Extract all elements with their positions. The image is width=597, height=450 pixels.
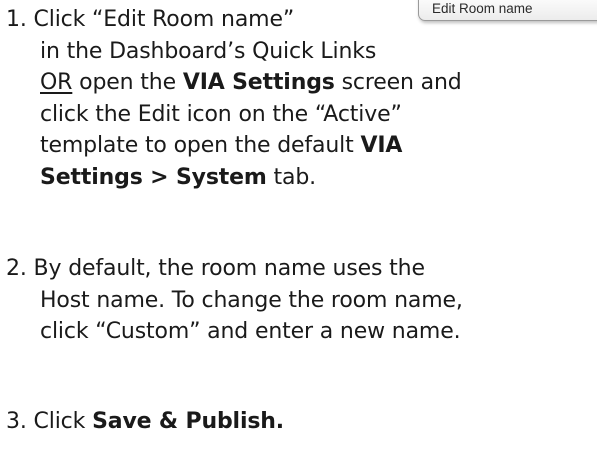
step-2-line-3: click “Custom” and enter a new name. bbox=[40, 319, 461, 344]
step-1-line-4: click the Edit icon on the “Active” bbox=[40, 101, 402, 127]
step-3: 3. Click Save & Publish. bbox=[6, 406, 284, 438]
step-3-number: 3. bbox=[6, 409, 27, 434]
or-emphasis: OR bbox=[40, 70, 73, 95]
step-1-number: 1. bbox=[6, 7, 27, 32]
step-3-line-1: 3. Click Save & Publish. bbox=[6, 409, 284, 434]
step-2: 2. By default, the room name uses the Ho… bbox=[6, 253, 463, 348]
step-1-line-6: Settings > System tab. bbox=[40, 164, 317, 190]
step-1-line-2: in the Dashboard’s Quick Links bbox=[40, 38, 377, 64]
step-2-number: 2. bbox=[6, 256, 27, 281]
settings-system-term: Settings > System bbox=[40, 164, 267, 190]
step-2-line-1: 2. By default, the room name uses the bbox=[6, 256, 425, 281]
step-1: 1. Click “Edit Room name” in the Dashboa… bbox=[6, 4, 462, 193]
step-2-line-2: Host name. To change the room name, bbox=[40, 287, 463, 313]
step-1-line-1: 1. Click “Edit Room name” bbox=[6, 7, 295, 32]
step-1-line-3: OR open the VIA Settings screen and bbox=[40, 70, 462, 95]
instruction-page: Edit Room name 1. Click “Edit Room name”… bbox=[0, 0, 597, 450]
via-settings-term: VIA Settings bbox=[182, 70, 335, 95]
step-1-line-5: template to open the default VIA bbox=[40, 133, 403, 158]
via-term: VIA bbox=[360, 133, 403, 158]
save-publish-term: Save & Publish. bbox=[92, 409, 284, 434]
